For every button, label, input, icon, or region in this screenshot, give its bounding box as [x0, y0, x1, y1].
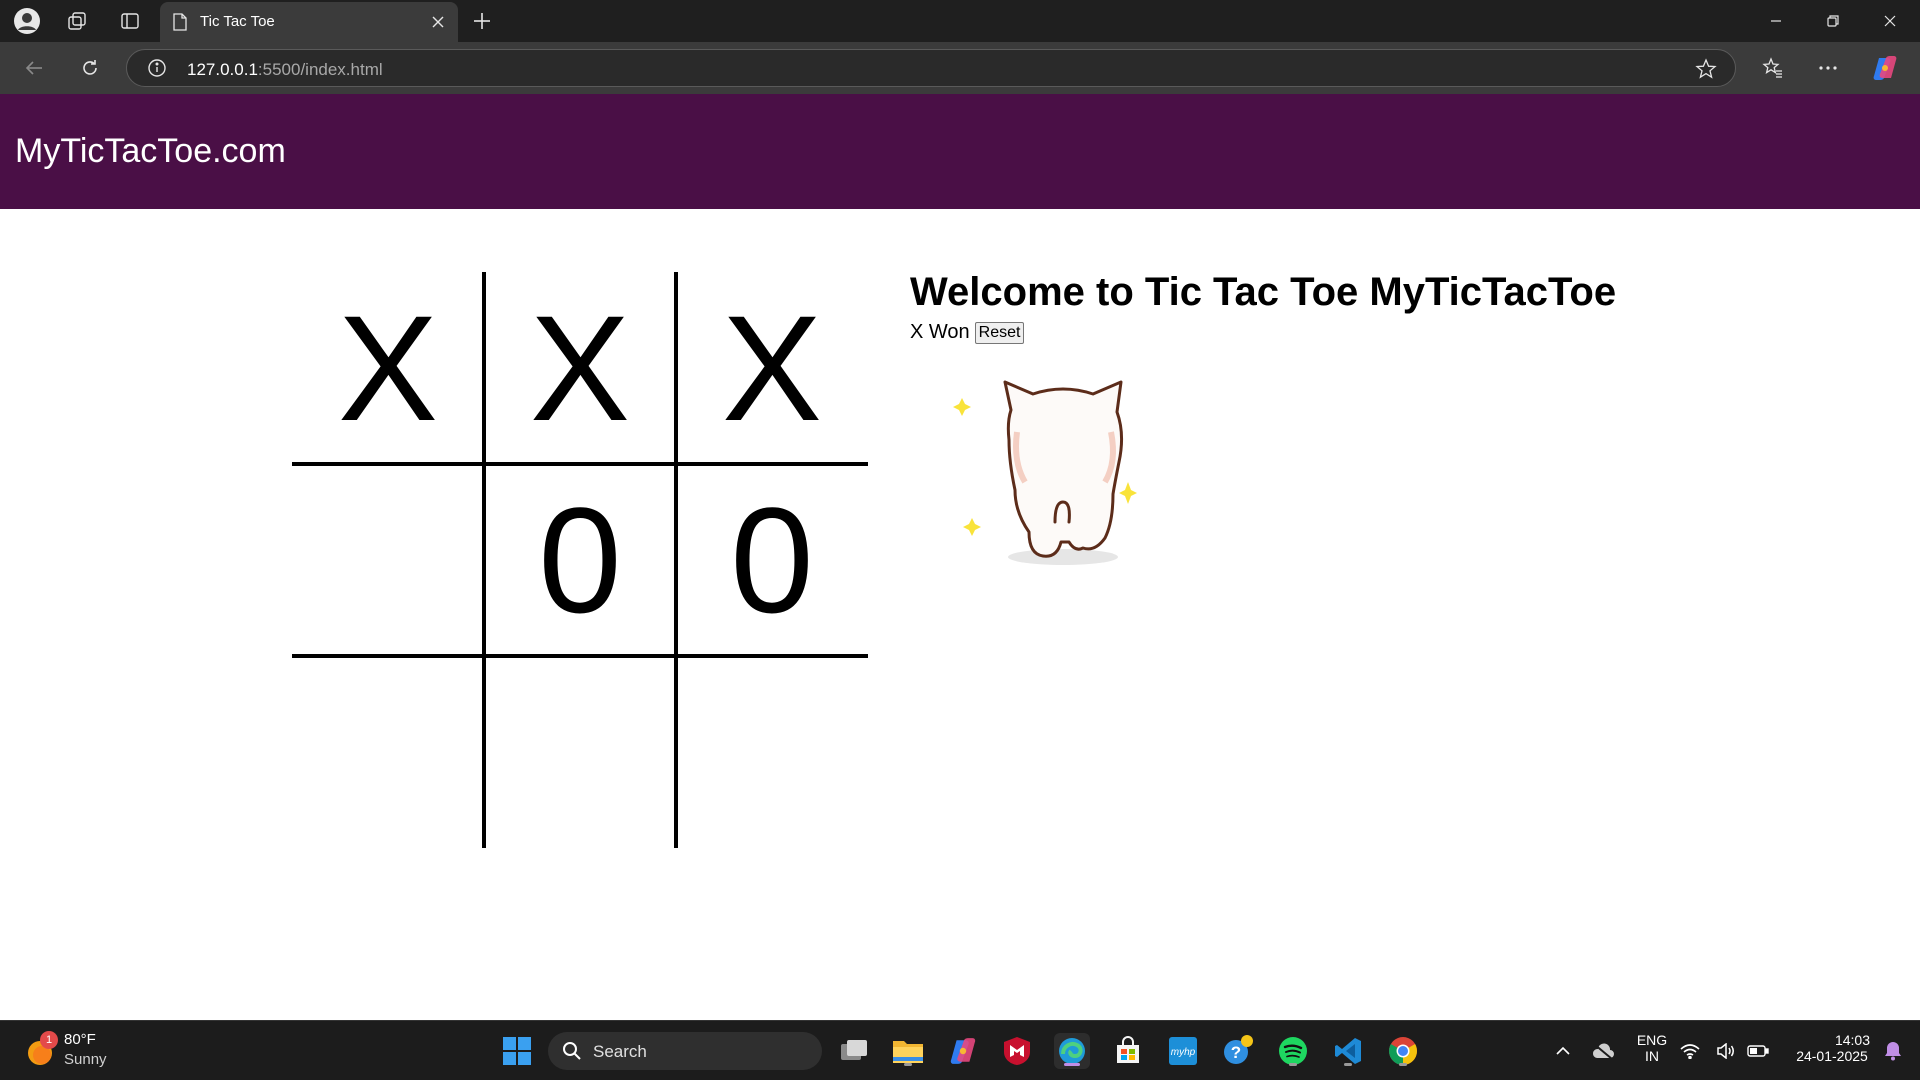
address-toolbar: 127.0.0.1:5500/index.html	[0, 42, 1920, 94]
game-info: Welcome to Tic Tac Toe MyTicTacToe X Won…	[910, 270, 1616, 344]
active-indicator	[1064, 1063, 1080, 1066]
running-indicator	[1344, 1063, 1352, 1066]
game-board: X X X 0 0	[292, 272, 868, 848]
board-grid-line	[482, 272, 486, 848]
running-indicator	[904, 1063, 912, 1066]
copilot-app-icon[interactable]	[945, 1033, 981, 1069]
mcafee-icon[interactable]	[999, 1033, 1035, 1069]
battery-icon[interactable]	[1746, 1033, 1770, 1069]
board-cell[interactable]	[484, 656, 676, 848]
url-text: 127.0.0.1:5500/index.html	[187, 60, 383, 80]
clock-date: 24-01-2025	[1796, 1048, 1868, 1064]
wifi-icon[interactable]	[1678, 1033, 1702, 1069]
svg-text:?: ?	[1231, 1043, 1241, 1062]
running-indicator	[1399, 1063, 1407, 1066]
board-grid-line	[292, 654, 868, 658]
language-indicator[interactable]: ENG IN	[1632, 1032, 1672, 1064]
notification-bell-icon[interactable]	[1878, 1033, 1908, 1069]
board-cell[interactable]: X	[292, 272, 484, 464]
refresh-icon[interactable]	[74, 52, 106, 84]
keyboard-region: IN	[1645, 1048, 1659, 1064]
board-cell[interactable]	[676, 656, 868, 848]
svg-text:myhp: myhp	[1171, 1047, 1196, 1058]
show-hidden-icons-chevron-icon[interactable]	[1545, 1033, 1581, 1069]
weather-description: Sunny	[64, 1051, 107, 1068]
restore-icon[interactable]	[1805, 0, 1861, 42]
minimize-icon[interactable]	[1748, 0, 1804, 42]
windows-taskbar: 1 80°F Sunny Search myhp ? ENG IN 14:03 …	[0, 1020, 1920, 1080]
workspaces-icon[interactable]	[61, 5, 93, 37]
cell-mark: X	[721, 284, 823, 452]
tab-title: Tic Tac Toe	[200, 13, 275, 30]
board-grid-line	[674, 272, 678, 848]
favorite-star-icon[interactable]	[1695, 58, 1717, 85]
board-cell[interactable]: X	[484, 272, 676, 464]
spotify-icon[interactable]	[1275, 1033, 1311, 1069]
running-indicator	[1289, 1063, 1297, 1066]
copilot-icon[interactable]	[1869, 52, 1901, 84]
browser-tab-bar: Tic Tac Toe	[0, 0, 1920, 42]
url-host: 127.0.0.1	[187, 60, 258, 79]
board-cell[interactable]: X	[676, 272, 868, 464]
more-options-icon[interactable]	[1812, 52, 1844, 84]
clock-time: 14:03	[1834, 1032, 1870, 1048]
search-icon	[563, 1042, 581, 1060]
browser-tab[interactable]: Tic Tac Toe	[160, 2, 458, 42]
board-cell[interactable]: 0	[676, 464, 868, 656]
file-explorer-icon[interactable]	[890, 1033, 926, 1069]
board-cell[interactable]: 0	[484, 464, 676, 656]
cell-mark: X	[529, 284, 631, 452]
url-bar[interactable]: 127.0.0.1:5500/index.html	[126, 49, 1736, 87]
cell-mark: 0	[730, 476, 814, 644]
cell-mark: X	[337, 284, 439, 452]
windows-start-icon[interactable]	[499, 1033, 535, 1069]
board-cell[interactable]	[292, 464, 484, 656]
edge-browser-icon[interactable]	[1054, 1033, 1090, 1069]
site-title: MyTicTacToe.com	[15, 132, 286, 170]
new-tab-icon[interactable]	[466, 5, 498, 37]
status-row: X Won Reset	[910, 321, 1616, 344]
search-label: Search	[593, 1042, 647, 1061]
get-help-icon[interactable]: ?	[1220, 1033, 1256, 1069]
clock[interactable]: 14:03 24-01-2025	[1784, 1032, 1880, 1064]
favorites-icon[interactable]	[1757, 52, 1789, 84]
vertical-tabs-icon[interactable]	[114, 5, 146, 37]
language-code: ENG	[1636, 1032, 1668, 1048]
onedrive-offline-icon[interactable]	[1585, 1033, 1621, 1069]
vscode-icon[interactable]	[1330, 1033, 1366, 1069]
close-window-icon[interactable]	[1862, 0, 1918, 42]
chrome-icon[interactable]	[1385, 1033, 1421, 1069]
volume-icon[interactable]	[1714, 1033, 1738, 1069]
profile-avatar-icon[interactable]	[11, 5, 43, 37]
welcome-heading: Welcome to Tic Tac Toe MyTicTacToe	[910, 270, 1617, 314]
cell-mark: 0	[538, 476, 622, 644]
site-header: MyTicTacToe.com	[0, 94, 1920, 209]
cat-celebration-sticker	[953, 380, 1137, 565]
taskbar-search[interactable]: Search	[548, 1032, 822, 1070]
microsoft-store-icon[interactable]	[1110, 1033, 1146, 1069]
page-icon	[172, 13, 188, 36]
myhp-icon[interactable]: myhp	[1165, 1033, 1201, 1069]
board-grid-line	[292, 462, 868, 466]
reset-button[interactable]: Reset	[974, 321, 1025, 344]
task-view-icon[interactable]	[836, 1033, 872, 1069]
weather-badge: 1	[40, 1031, 58, 1049]
url-path: :5500/index.html	[257, 60, 383, 79]
site-info-icon[interactable]	[147, 58, 167, 83]
weather-temperature: 80°F	[64, 1031, 96, 1048]
board-cell[interactable]	[292, 656, 484, 848]
close-tab-icon[interactable]	[426, 10, 450, 34]
game-status-text: X Won	[910, 321, 970, 343]
back-arrow-icon[interactable]	[18, 52, 50, 84]
